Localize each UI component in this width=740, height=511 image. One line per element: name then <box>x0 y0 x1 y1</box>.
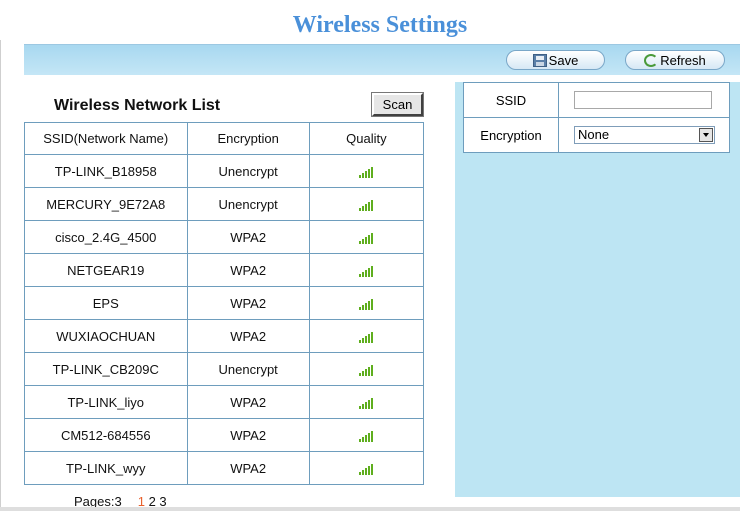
column-header-ssid: SSID(Network Name) <box>24 122 188 155</box>
table-row[interactable]: TP-LINK_B18958 Unencrypt <box>24 154 425 188</box>
ssid-cell: CM512-684556 <box>24 418 188 452</box>
table-row[interactable]: WUXIAOCHUAN WPA2 <box>24 319 425 353</box>
signal-full-icon <box>358 463 374 476</box>
ssid-cell: TP-LINK_liyo <box>24 385 188 419</box>
encryption-cell: Unencrypt <box>186 154 310 188</box>
bottom-border <box>0 507 740 511</box>
signal-full-icon <box>358 397 374 410</box>
quality-cell <box>308 418 425 452</box>
save-label: Save <box>548 52 579 68</box>
signal-full-icon <box>358 364 374 377</box>
encryption-cell: Unencrypt <box>186 187 310 221</box>
network-list-title: Wireless Network List <box>54 97 221 114</box>
ssid-cell: NETGEAR19 <box>24 253 188 287</box>
quality-cell <box>308 220 425 254</box>
table-row[interactable]: cisco_2.4G_4500 WPA2 <box>24 220 425 254</box>
quality-cell <box>308 154 425 188</box>
encryption-selected-value: None <box>578 127 610 142</box>
quality-cell <box>308 286 425 320</box>
table-row[interactable]: EPS WPA2 <box>24 286 425 320</box>
quality-cell <box>308 352 425 386</box>
table-row[interactable]: TP-LINK_wyy WPA2 <box>24 451 425 485</box>
encryption-cell: WPA2 <box>186 286 310 320</box>
ssid-cell: MERCURY_9E72A8 <box>24 187 188 221</box>
table-row[interactable]: NETGEAR19 WPA2 <box>24 253 425 287</box>
ssid-cell: TP-LINK_wyy <box>24 451 188 485</box>
encryption-cell: WPA2 <box>186 418 310 452</box>
scan-button[interactable]: Scan <box>371 92 424 117</box>
encryption-cell: WPA2 <box>186 319 310 353</box>
signal-full-icon <box>358 265 374 278</box>
column-header-encryption: Encryption <box>186 122 310 155</box>
refresh-icon <box>644 53 659 67</box>
ssid-cell: cisco_2.4G_4500 <box>24 220 188 254</box>
ssid-cell: TP-LINK_CB209C <box>24 352 188 386</box>
quality-cell <box>308 385 425 419</box>
table-row[interactable]: CM512-684556 WPA2 <box>24 418 425 452</box>
quality-cell <box>308 451 425 485</box>
encryption-cell: WPA2 <box>186 220 310 254</box>
toolbar: Save Refresh <box>24 44 740 75</box>
signal-full-icon <box>358 199 374 212</box>
save-button[interactable]: Save <box>506 50 605 70</box>
signal-full-icon <box>358 430 374 443</box>
signal-full-icon <box>358 298 374 311</box>
ssid-cell: TP-LINK_B18958 <box>24 154 188 188</box>
network-table: SSID(Network Name) Encryption Quality TP… <box>24 122 425 485</box>
ssid-input[interactable] <box>574 91 712 109</box>
frame-border <box>0 40 1 511</box>
chevron-down-icon[interactable] <box>699 128 713 142</box>
page-title: Wireless Settings <box>292 12 468 38</box>
ssid-cell: WUXIAOCHUAN <box>24 319 188 353</box>
signal-full-icon <box>358 166 374 179</box>
encryption-cell: WPA2 <box>186 451 310 485</box>
refresh-label: Refresh <box>660 52 706 68</box>
ssid-label: SSID <box>463 82 559 118</box>
table-row[interactable]: TP-LINK_CB209C Unencrypt <box>24 352 425 386</box>
settings-form: SSID Encryption None <box>463 82 730 153</box>
column-header-quality: Quality <box>308 122 425 155</box>
signal-full-icon <box>358 331 374 344</box>
table-row[interactable]: MERCURY_9E72A8 Unencrypt <box>24 187 425 221</box>
refresh-button[interactable]: Refresh <box>625 50 725 70</box>
encryption-cell: WPA2 <box>186 385 310 419</box>
quality-cell <box>308 319 425 353</box>
encryption-cell: Unencrypt <box>186 352 310 386</box>
ssid-cell: EPS <box>24 286 188 320</box>
table-header-row: SSID(Network Name) Encryption Quality <box>24 122 425 155</box>
quality-cell <box>308 253 425 287</box>
table-row[interactable]: TP-LINK_liyo WPA2 <box>24 385 425 419</box>
save-icon <box>532 53 547 67</box>
encryption-cell: WPA2 <box>186 253 310 287</box>
encryption-label: Encryption <box>463 117 559 153</box>
signal-full-icon <box>358 232 374 245</box>
encryption-select[interactable]: None <box>574 126 715 144</box>
quality-cell <box>308 187 425 221</box>
